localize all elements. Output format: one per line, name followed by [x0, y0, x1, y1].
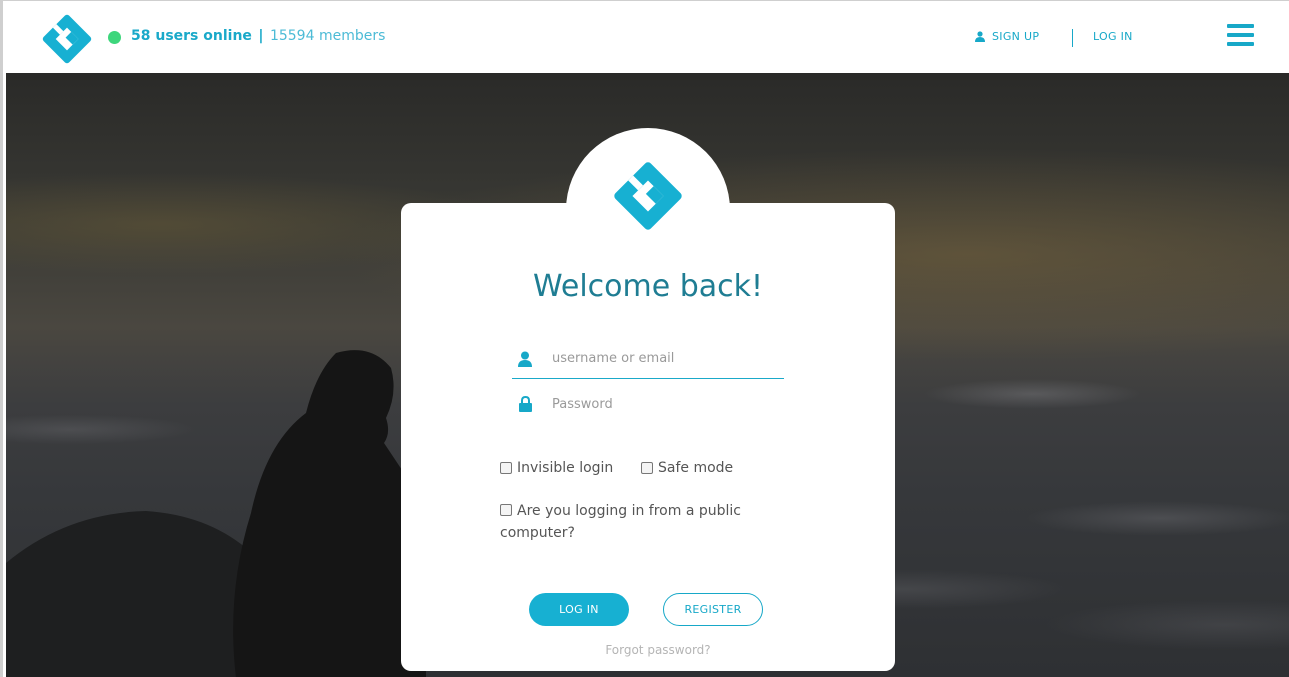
stats-separator: |: [258, 28, 264, 44]
users-online-count: 58 users online: [131, 28, 252, 44]
lock-icon: [512, 396, 538, 412]
signup-link[interactable]: SIGN UP: [975, 30, 1039, 43]
login-link[interactable]: LOG IN: [1093, 30, 1133, 43]
nav-divider: [1072, 29, 1073, 47]
username-input[interactable]: [552, 351, 772, 366]
signup-label: SIGN UP: [992, 30, 1040, 43]
site-stats: 58 users online | 15594 members: [131, 28, 385, 44]
hamburger-menu-icon[interactable]: [1227, 24, 1254, 47]
checkbox-box[interactable]: [641, 462, 653, 474]
welcome-heading: Welcome back!: [532, 269, 764, 304]
password-input[interactable]: [552, 396, 772, 412]
person-silhouette-image: [6, 350, 426, 677]
register-button[interactable]: REGISTER: [663, 593, 763, 626]
checkbox-box[interactable]: [500, 504, 512, 516]
safe-mode-checkbox[interactable]: Safe mode: [641, 460, 733, 476]
online-status-icon: [108, 31, 121, 44]
invisible-login-checkbox[interactable]: Invisible login: [500, 460, 613, 476]
checkbox-box[interactable]: [500, 462, 512, 474]
site-logo-icon[interactable]: [40, 12, 94, 66]
username-field: [512, 339, 784, 379]
safe-mode-label: Safe mode: [658, 460, 734, 476]
forgot-password-link[interactable]: Forgot password?: [401, 643, 915, 657]
invisible-login-label: Invisible login: [517, 460, 614, 476]
public-computer-checkbox[interactable]: Are you logging in from a public compute…: [500, 500, 760, 544]
public-computer-label: Are you logging in from a public compute…: [500, 503, 741, 541]
login-button[interactable]: LOG IN: [529, 593, 629, 626]
logo-icon: [614, 162, 682, 230]
user-icon: [975, 31, 985, 42]
password-field: [512, 384, 784, 424]
user-icon: [512, 351, 538, 367]
members-count: 15594 members: [269, 28, 386, 44]
top-navbar: 58 users online | 15594 members SIGN UP …: [6, 2, 1289, 73]
